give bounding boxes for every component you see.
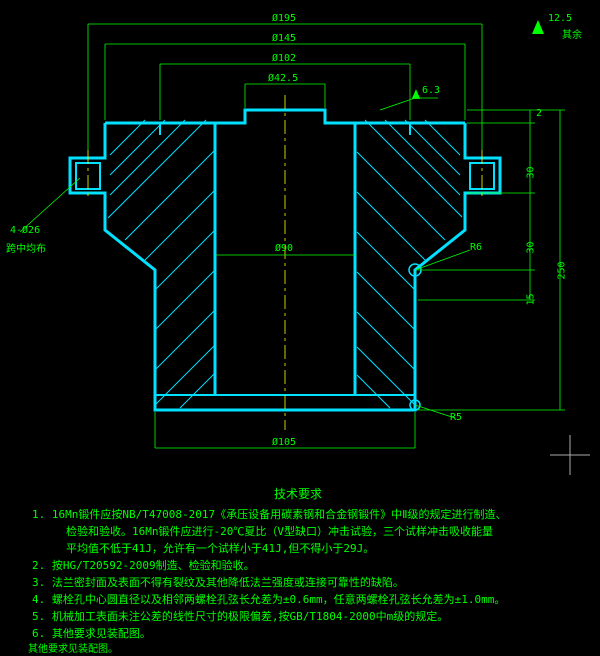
sf-6-3: 6.3	[422, 85, 440, 96]
dim-h15: 15	[526, 293, 537, 305]
req-2: 2. 按HG/T20592-2009制造、检验和验收。	[28, 557, 568, 574]
dim-h30a: 30	[526, 166, 537, 178]
dim-h30b: 30	[526, 241, 537, 253]
sf-default-value: 12.5	[548, 13, 572, 24]
dim-hole: 4-Ø26	[10, 225, 40, 236]
req-title: 技术要求	[28, 485, 568, 502]
cad-drawing	[0, 0, 600, 480]
surface-finish-default-icon	[532, 20, 544, 34]
tech-requirements: 技术要求 1. 16Mn锻件应按NB/T47008-2017《承压设备用碳素钢和…	[28, 485, 568, 642]
dim-d145: Ø145	[272, 33, 296, 44]
req-4: 4. 螺栓孔中心圆直径以及相邻两螺栓孔弦长允差为±0.6mm，任意两螺栓孔弦长允…	[28, 591, 568, 608]
sf-rest-label: 其余	[562, 26, 582, 41]
req-5: 5. 机械加工表面未注公差的线性尺寸的极限偏差,按GB/T1804-2000中m…	[28, 608, 568, 625]
req-1: 1. 16Mn锻件应按NB/T47008-2017《承压设备用碳素钢和合金钢锻件…	[28, 506, 568, 523]
dim-hole-note: 跨中均布	[6, 240, 46, 255]
req-1b: 检验和验收。16Mn锻件应进行-20℃夏比（V型缺口）冲击试验，三个试样冲击吸收…	[28, 523, 568, 540]
dim-d105: Ø105	[272, 437, 296, 448]
dim-d102: Ø102	[272, 53, 296, 64]
dim-d42-5: Ø42.5	[268, 73, 298, 84]
dim-d195: Ø195	[272, 13, 296, 24]
surface-finish-icon	[412, 89, 420, 99]
req-3: 3. 法兰密封面及表面不得有裂纹及其他降低法兰强度或连接可靠性的缺陷。	[28, 574, 568, 591]
dim-h250: 250	[557, 261, 568, 279]
bottom-note: 其他要求见装配图。	[28, 640, 118, 655]
dim-r6: R6	[470, 242, 482, 253]
dim-r5: R5	[450, 412, 462, 423]
dim-d90: Ø90	[275, 243, 293, 254]
req-1c: 平均值不低于41J，允许有一个试样小于41J,但不得小于29J。	[28, 540, 568, 557]
dim-h2: 2	[536, 108, 542, 119]
